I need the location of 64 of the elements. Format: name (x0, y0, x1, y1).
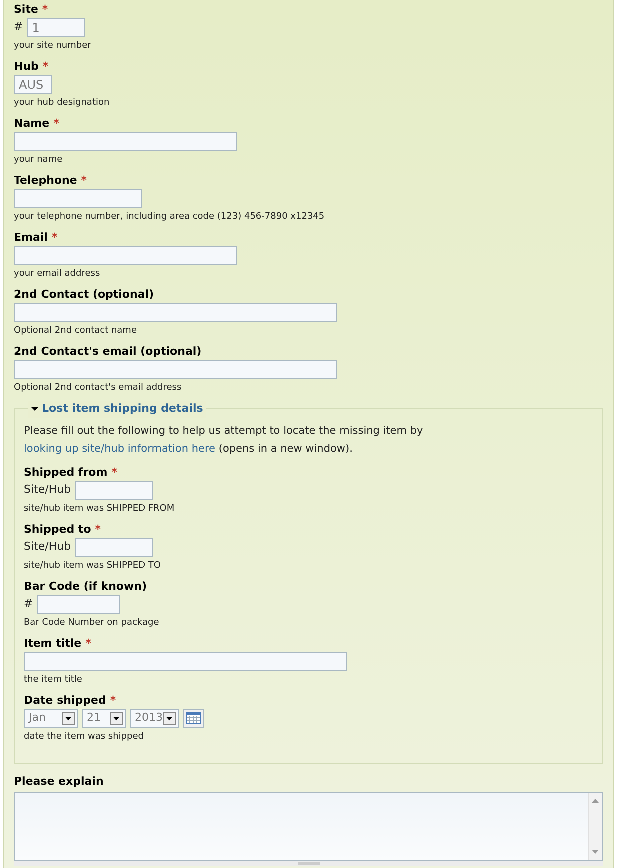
field-label: Name (14, 117, 50, 130)
required-mark: * (52, 231, 58, 244)
help-text: your name (14, 154, 64, 166)
caret-icon (62, 712, 75, 724)
field-prefix: Site/Hub (24, 482, 72, 498)
help-text: Optional 2nd contact's email address (14, 382, 183, 394)
text-field[interactable]: 1 (27, 18, 86, 37)
required-mark: * (110, 694, 116, 706)
text-field[interactable] (14, 360, 337, 379)
help-text: date the item was shipped (24, 730, 145, 742)
field-label: Shipped to (24, 522, 92, 536)
field-label: Telephone (14, 174, 78, 187)
textarea-field[interactable] (14, 792, 603, 861)
field-label: Date shipped (24, 694, 106, 706)
help-text: your telephone number, including area code (123) 456-7890 x12345 (14, 211, 326, 223)
required-mark: * (42, 3, 48, 16)
text-field[interactable] (14, 132, 237, 151)
text-field[interactable] (14, 189, 142, 208)
required-mark: * (81, 174, 88, 187)
caret-icon (110, 712, 123, 724)
field-label: Bar Code (if known) (24, 580, 147, 592)
help-text: your hub designation (14, 97, 111, 109)
help-text: your site number (14, 40, 92, 52)
field-label: Site (14, 3, 38, 16)
text-field[interactable] (14, 303, 337, 322)
field-prefix: # (14, 19, 24, 36)
text-field[interactable] (75, 480, 154, 500)
info-link[interactable]: looking up site/hub information here (24, 442, 216, 454)
scroll-down-icon[interactable] (592, 850, 599, 854)
field-label: 2nd Contact (optional) (14, 288, 154, 301)
text-field[interactable] (37, 594, 120, 614)
text-field[interactable] (24, 652, 347, 670)
field-prefix: Site/Hub (24, 538, 72, 555)
field-label: 2nd Contact's email (optional) (14, 345, 202, 358)
required-mark: * (86, 636, 92, 650)
field-label: Item title (24, 636, 82, 650)
help-text: site/hub item was SHIPPED TO (24, 560, 162, 572)
calendar-icon[interactable] (183, 708, 204, 728)
required-mark: * (95, 522, 102, 536)
resize-grip[interactable] (14, 861, 603, 866)
text-field[interactable] (75, 538, 154, 556)
year-select[interactable]: 2013 (130, 708, 179, 728)
caret-icon (163, 712, 176, 724)
month-select[interactable]: Jan (24, 708, 78, 728)
help-text: your email address (14, 268, 102, 280)
fieldset-legend[interactable]: Lost item shipping details (28, 401, 206, 418)
text-field[interactable] (14, 246, 237, 265)
required-mark: * (112, 466, 118, 478)
help-text: site/hub item was SHIPPED FROM (24, 502, 176, 514)
scroll-up-icon[interactable] (592, 799, 599, 803)
field-label: Please explain (14, 774, 105, 790)
field-label: Email (14, 231, 48, 244)
help-text: Optional 2nd contact name (14, 325, 138, 337)
field-label: Shipped from (24, 466, 108, 478)
field-label: Hub (14, 60, 39, 73)
field-prefix: # (24, 596, 34, 612)
day-select[interactable]: 21 (82, 708, 126, 728)
required-mark: * (54, 117, 60, 130)
text-field[interactable]: AUS (14, 75, 52, 94)
scrollbar[interactable] (588, 793, 602, 860)
intro-paragraph: Please fill out the following to help us attempt to locate the missing item by looking up site/hub information here (opens in a new window). (24, 424, 424, 456)
help-text: Bar Code Number on package (24, 616, 160, 628)
required-mark: * (42, 60, 49, 73)
help-text: the item title (24, 674, 84, 686)
